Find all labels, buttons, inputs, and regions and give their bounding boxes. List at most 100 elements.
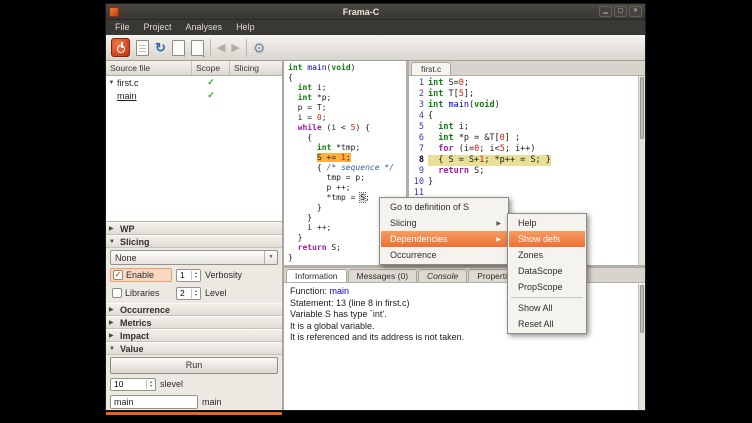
- src-line[interactable]: 5 int i;: [411, 122, 637, 133]
- app-icon: [109, 7, 119, 17]
- forward-icon[interactable]: ▶: [231, 38, 239, 58]
- code-line[interactable]: S += 1;: [288, 153, 406, 163]
- menu-file[interactable]: File: [108, 20, 137, 35]
- menu-item-occurrence[interactable]: Occurrence: [381, 247, 507, 263]
- section-occurrence-label: Occurrence: [120, 305, 170, 315]
- submenu-item-show-defs[interactable]: Show defs: [509, 231, 585, 247]
- src-line[interactable]: 7 for (i=0; i<5; i++): [411, 144, 637, 155]
- menu-item-label: Show All: [518, 303, 553, 313]
- src-line[interactable]: 9 return S;: [411, 166, 637, 177]
- menu-item-slicing[interactable]: Slicing ▶: [381, 215, 507, 231]
- enable-checkbox[interactable]: ✓: [113, 270, 123, 280]
- section-wp[interactable]: ▶ WP: [106, 222, 282, 235]
- menu-item-dependencies[interactable]: Dependencies ▶: [381, 231, 507, 247]
- stepper-arrows-icon[interactable]: ▴ ▾: [191, 289, 200, 298]
- scrollbar-thumb[interactable]: [640, 77, 644, 139]
- submenu-item-datascope[interactable]: DataScope: [509, 263, 585, 279]
- libraries-checkbox[interactable]: [112, 288, 122, 298]
- menu-analyses[interactable]: Analyses: [179, 20, 230, 35]
- level-stepper[interactable]: 2 ▴ ▾: [176, 287, 201, 300]
- enable-row: ✓ Enable 1 ▴ ▾ Verbosity: [110, 267, 278, 283]
- submenu-item-help[interactable]: Help: [509, 215, 585, 231]
- enable-check-cell[interactable]: ✓ Enable: [110, 268, 172, 282]
- analyses-gear-icon[interactable]: ⚙: [253, 38, 266, 58]
- tree-row-first-c[interactable]: ▼ first.c ✓: [106, 76, 282, 89]
- src-line[interactable]: 3int main(void): [411, 100, 637, 111]
- code-line[interactable]: int i;: [288, 83, 406, 93]
- menu-item-label: Dependencies: [390, 234, 448, 244]
- menubar: File Project Analyses Help: [106, 20, 645, 35]
- column-slicing[interactable]: Slicing: [230, 61, 282, 75]
- bottom-vertical-scrollbar[interactable]: [638, 284, 645, 410]
- code-line[interactable]: {: [288, 73, 406, 83]
- source-vertical-scrollbar[interactable]: [638, 76, 645, 265]
- stepper-arrows-icon[interactable]: ▴ ▾: [146, 380, 155, 389]
- code-line[interactable]: i = 0;: [288, 113, 406, 123]
- line-number: 4: [411, 111, 428, 122]
- minimize-button[interactable]: ▁: [599, 6, 612, 17]
- submenu-item-zones[interactable]: Zones: [509, 247, 585, 263]
- code-line[interactable]: int *tmp;: [288, 143, 406, 153]
- verbosity-stepper[interactable]: 1 ▴ ▾: [176, 269, 201, 282]
- submenu-item-reset-all[interactable]: Reset All: [509, 316, 585, 332]
- tab-console[interactable]: Console: [418, 269, 467, 282]
- line-number: 2: [411, 89, 428, 100]
- arrow-down-icon: ↓: [201, 50, 206, 58]
- bottom-tabs: Information Messages (0) Console Propert…: [284, 268, 645, 283]
- slevel-stepper[interactable]: 10 ▴ ▾: [110, 378, 156, 391]
- reparse-icon[interactable]: ↻: [155, 38, 166, 58]
- section-occurrence[interactable]: ▶ Occurrence: [106, 303, 282, 316]
- menu-item-label: Reset All: [518, 319, 554, 329]
- save-session-icon[interactable]: ↓: [191, 40, 204, 56]
- column-source-file[interactable]: Source file: [106, 61, 192, 75]
- tree-row-main[interactable]: main ✓: [106, 89, 282, 102]
- section-slicing[interactable]: ▼ Slicing: [106, 235, 282, 248]
- src-line[interactable]: 4{: [411, 111, 637, 122]
- scrollbar-thumb[interactable]: [640, 285, 644, 333]
- code-line[interactable]: { /* sequence */: [288, 163, 406, 173]
- src-line[interactable]: 2int T[5];: [411, 89, 637, 100]
- close-button[interactable]: ✕: [629, 6, 642, 17]
- code-line[interactable]: {: [288, 133, 406, 143]
- src-line[interactable]: 6 int *p = &T[0] ;: [411, 133, 637, 144]
- slicing-mode-select[interactable]: None ▼: [110, 250, 278, 265]
- back-icon[interactable]: ◀: [217, 38, 225, 58]
- code-line[interactable]: int *p;: [288, 93, 406, 103]
- tab-information[interactable]: Information: [286, 269, 347, 282]
- submenu-item-propscope[interactable]: PropScope: [509, 279, 585, 295]
- scope-check-icon: ✓: [192, 90, 230, 101]
- section-metrics[interactable]: ▶ Metrics: [106, 316, 282, 329]
- section-impact[interactable]: ▶ Impact: [106, 329, 282, 342]
- src-line[interactable]: 8 { S = S+1; *p++ = S; }: [411, 155, 637, 166]
- tab-first-c[interactable]: first.c: [411, 62, 451, 75]
- src-line[interactable]: 1int S=0;: [411, 78, 637, 89]
- code-line[interactable]: tmp = p;: [288, 173, 406, 183]
- run-button[interactable]: Run: [110, 357, 278, 374]
- slicing-panel-body: None ▼ ✓ Enable 1 ▴ ▾: [106, 248, 282, 303]
- tree-expander-icon[interactable]: ▼: [106, 80, 117, 86]
- line-number: 8: [411, 155, 428, 166]
- maximize-button[interactable]: ▢: [614, 6, 627, 17]
- code-line[interactable]: int main(void): [288, 63, 406, 73]
- stepper-arrows-icon[interactable]: ▴ ▾: [191, 271, 200, 280]
- quit-button[interactable]: [111, 38, 130, 57]
- menu-help[interactable]: Help: [229, 20, 262, 35]
- tab-messages[interactable]: Messages (0): [348, 269, 418, 282]
- libraries-check-cell[interactable]: Libraries: [110, 287, 172, 299]
- src-line[interactable]: 10}: [411, 177, 637, 188]
- load-session-icon[interactable]: ↑: [172, 40, 185, 56]
- code-line[interactable]: p = T;: [288, 103, 406, 113]
- column-scope[interactable]: Scope: [192, 61, 230, 75]
- menu-item-goto-definition[interactable]: Go to definition of S: [381, 199, 507, 215]
- menu-project[interactable]: Project: [137, 20, 179, 35]
- code-line[interactable]: while (i < 5) {: [288, 123, 406, 133]
- section-value[interactable]: ▼ Value: [106, 342, 282, 355]
- line-number: 6: [411, 133, 428, 144]
- code-line[interactable]: p ++;: [288, 183, 406, 193]
- slevel-label: slevel: [160, 379, 183, 389]
- slevel-row: 10 ▴ ▾ slevel: [110, 376, 278, 392]
- submenu-item-show-all[interactable]: Show All: [509, 300, 585, 316]
- line-number: 7: [411, 144, 428, 155]
- main-function-input[interactable]: [110, 395, 198, 409]
- new-file-icon[interactable]: [136, 40, 149, 56]
